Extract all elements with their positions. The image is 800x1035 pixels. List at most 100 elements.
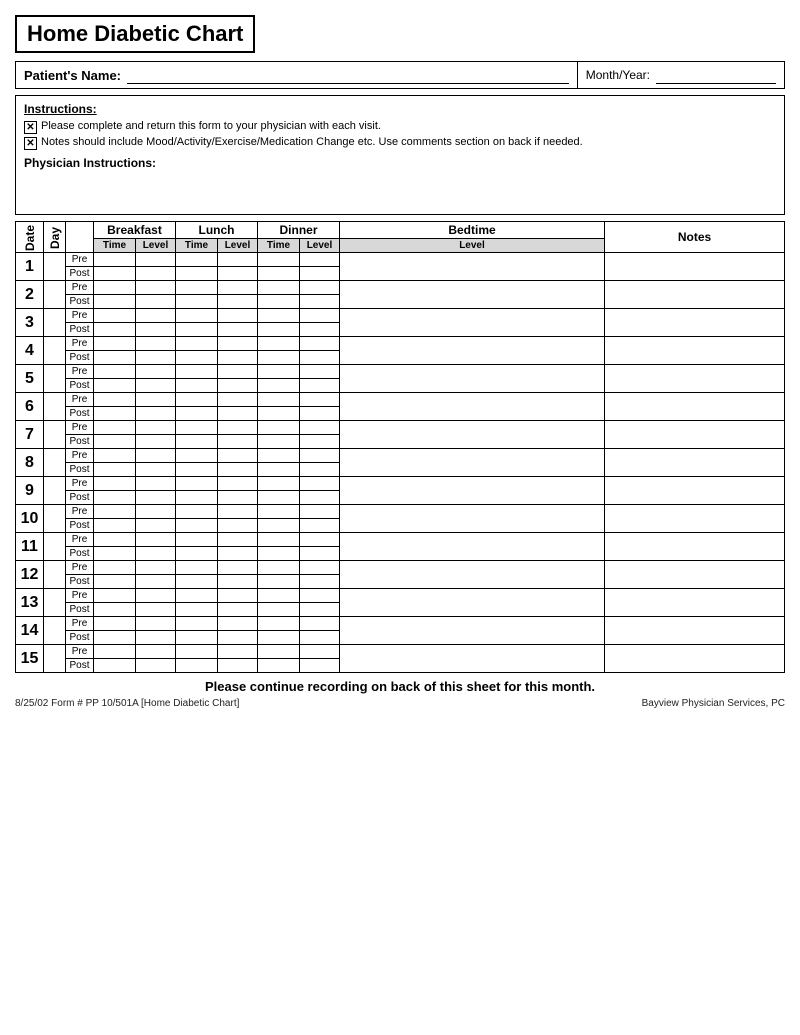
dinner-post-time[interactable] [258, 379, 300, 393]
lunch-pre-time[interactable] [176, 253, 218, 267]
breakfast-pre-time[interactable] [94, 449, 136, 463]
notes-cell[interactable] [605, 393, 785, 421]
lunch-pre-time[interactable] [176, 645, 218, 659]
lunch-post-level[interactable] [218, 659, 258, 673]
row-day[interactable] [44, 645, 66, 673]
lunch-post-time[interactable] [176, 295, 218, 309]
lunch-pre-time[interactable] [176, 477, 218, 491]
bedtime-level[interactable] [340, 589, 605, 617]
breakfast-pre-level[interactable] [136, 645, 176, 659]
notes-cell[interactable] [605, 645, 785, 673]
dinner-post-level[interactable] [300, 407, 340, 421]
lunch-post-time[interactable] [176, 323, 218, 337]
breakfast-post-level[interactable] [136, 295, 176, 309]
dinner-pre-time[interactable] [258, 281, 300, 295]
dinner-pre-level[interactable] [300, 561, 340, 575]
dinner-pre-time[interactable] [258, 645, 300, 659]
breakfast-pre-level[interactable] [136, 589, 176, 603]
notes-cell[interactable] [605, 449, 785, 477]
breakfast-pre-level[interactable] [136, 561, 176, 575]
breakfast-post-level[interactable] [136, 379, 176, 393]
lunch-pre-time[interactable] [176, 449, 218, 463]
breakfast-post-time[interactable] [94, 295, 136, 309]
dinner-pre-time[interactable] [258, 253, 300, 267]
lunch-post-level[interactable] [218, 547, 258, 561]
lunch-pre-level[interactable] [218, 309, 258, 323]
lunch-post-time[interactable] [176, 267, 218, 281]
dinner-post-level[interactable] [300, 267, 340, 281]
row-day[interactable] [44, 421, 66, 449]
lunch-pre-level[interactable] [218, 393, 258, 407]
notes-cell[interactable] [605, 477, 785, 505]
bedtime-level[interactable] [340, 617, 605, 645]
bedtime-level[interactable] [340, 505, 605, 533]
dinner-pre-time[interactable] [258, 421, 300, 435]
bedtime-level[interactable] [340, 253, 605, 281]
breakfast-post-time[interactable] [94, 267, 136, 281]
dinner-pre-level[interactable] [300, 309, 340, 323]
dinner-post-time[interactable] [258, 407, 300, 421]
dinner-pre-time[interactable] [258, 393, 300, 407]
lunch-post-level[interactable] [218, 463, 258, 477]
dinner-post-level[interactable] [300, 295, 340, 309]
lunch-pre-time[interactable] [176, 505, 218, 519]
lunch-post-level[interactable] [218, 575, 258, 589]
lunch-pre-level[interactable] [218, 253, 258, 267]
breakfast-post-level[interactable] [136, 519, 176, 533]
dinner-post-level[interactable] [300, 603, 340, 617]
row-day[interactable] [44, 337, 66, 365]
dinner-post-time[interactable] [258, 295, 300, 309]
breakfast-pre-level[interactable] [136, 309, 176, 323]
row-day[interactable] [44, 477, 66, 505]
dinner-pre-level[interactable] [300, 449, 340, 463]
breakfast-pre-time[interactable] [94, 421, 136, 435]
lunch-post-level[interactable] [218, 295, 258, 309]
dinner-pre-level[interactable] [300, 505, 340, 519]
dinner-pre-time[interactable] [258, 561, 300, 575]
breakfast-post-time[interactable] [94, 631, 136, 645]
breakfast-pre-level[interactable] [136, 281, 176, 295]
breakfast-pre-level[interactable] [136, 253, 176, 267]
lunch-post-time[interactable] [176, 435, 218, 449]
breakfast-pre-time[interactable] [94, 505, 136, 519]
dinner-pre-time[interactable] [258, 505, 300, 519]
breakfast-pre-time[interactable] [94, 561, 136, 575]
breakfast-pre-time[interactable] [94, 337, 136, 351]
dinner-pre-time[interactable] [258, 617, 300, 631]
bedtime-level[interactable] [340, 477, 605, 505]
row-day[interactable] [44, 281, 66, 309]
breakfast-pre-level[interactable] [136, 617, 176, 631]
notes-cell[interactable] [605, 617, 785, 645]
lunch-pre-time[interactable] [176, 337, 218, 351]
row-day[interactable] [44, 617, 66, 645]
lunch-post-time[interactable] [176, 519, 218, 533]
lunch-post-time[interactable] [176, 659, 218, 673]
dinner-post-time[interactable] [258, 323, 300, 337]
lunch-pre-time[interactable] [176, 533, 218, 547]
breakfast-pre-level[interactable] [136, 505, 176, 519]
breakfast-pre-level[interactable] [136, 477, 176, 491]
lunch-pre-time[interactable] [176, 589, 218, 603]
lunch-post-time[interactable] [176, 491, 218, 505]
breakfast-post-level[interactable] [136, 463, 176, 477]
breakfast-post-level[interactable] [136, 491, 176, 505]
breakfast-post-time[interactable] [94, 379, 136, 393]
lunch-post-time[interactable] [176, 407, 218, 421]
dinner-pre-time[interactable] [258, 589, 300, 603]
dinner-post-time[interactable] [258, 519, 300, 533]
notes-cell[interactable] [605, 253, 785, 281]
dinner-pre-level[interactable] [300, 617, 340, 631]
dinner-post-level[interactable] [300, 351, 340, 365]
lunch-post-level[interactable] [218, 631, 258, 645]
dinner-pre-level[interactable] [300, 533, 340, 547]
dinner-post-time[interactable] [258, 575, 300, 589]
breakfast-post-level[interactable] [136, 547, 176, 561]
row-day[interactable] [44, 589, 66, 617]
lunch-pre-time[interactable] [176, 281, 218, 295]
breakfast-post-level[interactable] [136, 407, 176, 421]
lunch-pre-time[interactable] [176, 421, 218, 435]
lunch-pre-level[interactable] [218, 421, 258, 435]
lunch-pre-level[interactable] [218, 533, 258, 547]
breakfast-pre-time[interactable] [94, 281, 136, 295]
breakfast-pre-level[interactable] [136, 421, 176, 435]
